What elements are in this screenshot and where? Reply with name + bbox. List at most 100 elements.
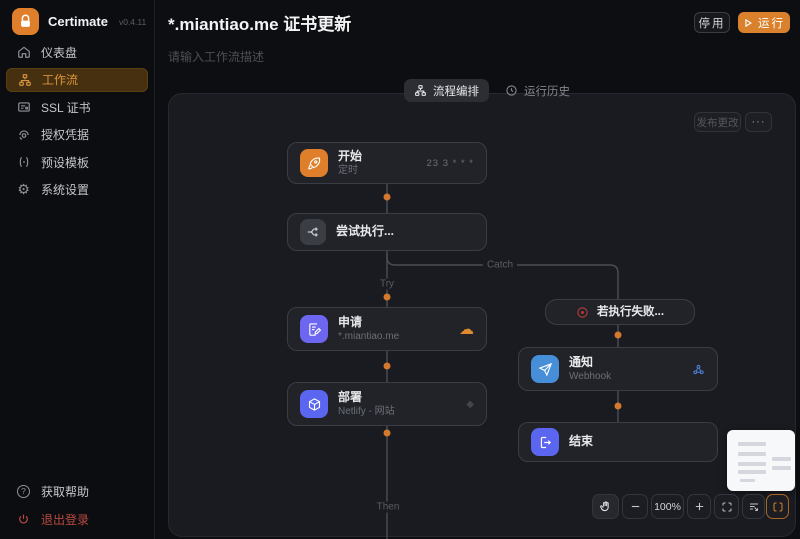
- sidebar-item-label: 退出登录: [41, 512, 90, 527]
- minimap-node-bar: [772, 457, 791, 461]
- sidebar-item-label: 授权凭据: [41, 128, 90, 142]
- braces-icon: [16, 155, 31, 170]
- sidebar-item-settings[interactable]: ⚙ 系统设置: [6, 178, 148, 202]
- cron-expression: 23 3 * * *: [426, 157, 474, 169]
- history-icon: [505, 84, 518, 97]
- fit-view-icon: [722, 502, 731, 511]
- app-window: Certimate v0.4.11 仪表盘 工作流 SSL 证书 授权凭据 预设…: [0, 0, 800, 539]
- app-version: v0.4.11: [118, 16, 147, 27]
- tab-process-design[interactable]: 流程编排: [404, 79, 489, 102]
- sitemap-icon: [414, 84, 427, 97]
- sidebar-footer: ? 获取帮助 退出登录: [6, 479, 148, 535]
- node-end[interactable]: 结束: [518, 422, 718, 462]
- more-options-button[interactable]: ···: [745, 112, 772, 132]
- fingerprint-icon: [16, 127, 31, 142]
- split-icon: [300, 219, 326, 245]
- sidebar-item-label: 获取帮助: [41, 484, 90, 499]
- sidebar-item-logout[interactable]: 退出登录: [6, 507, 148, 531]
- lock-icon: [12, 8, 39, 35]
- editor-tabs: 流程编排 运行历史: [404, 79, 580, 102]
- edge-label-catch: Catch: [482, 259, 518, 271]
- node-deploy[interactable]: 部署 Netlify - 网站 ◆: [287, 382, 487, 426]
- sidebar-item-label: 工作流: [42, 73, 79, 87]
- zoom-level-button[interactable]: 100%: [651, 494, 684, 519]
- power-icon: [16, 512, 31, 527]
- node-title: 尝试执行...: [336, 224, 395, 239]
- minimap-node-bar: [738, 442, 766, 446]
- zoom-level-value: 100%: [654, 500, 681, 513]
- sidebar-item-certificates[interactable]: SSL 证书: [6, 95, 148, 119]
- snap-lines-icon: [749, 503, 758, 511]
- node-notify[interactable]: 通知 Webhook: [518, 347, 718, 391]
- sidebar-item-label: 仪表盘: [41, 45, 78, 60]
- run-button-label: 运行: [758, 17, 785, 30]
- disable-button[interactable]: 停用: [694, 12, 730, 33]
- package-icon: [300, 390, 328, 418]
- sidebar-item-label: 预设模板: [41, 155, 90, 170]
- edge-label-then: Then: [372, 501, 404, 513]
- minimap-toggle-button[interactable]: [766, 494, 789, 519]
- sidebar-item-label: 系统设置: [41, 183, 90, 197]
- cloudflare-icon: ☁: [459, 319, 474, 338]
- sidebar: Certimate v0.4.11 仪表盘 工作流 SSL 证书 授权凭据 预设…: [0, 0, 155, 539]
- sidebar-item-credentials[interactable]: 授权凭据: [6, 123, 148, 147]
- exit-icon: [531, 428, 559, 456]
- play-icon: [745, 18, 752, 27]
- app-name: Certimate: [48, 14, 108, 29]
- sidebar-item-workflows[interactable]: 工作流: [6, 67, 148, 92]
- edge-label-try: Try: [375, 278, 399, 290]
- home-icon: [16, 45, 31, 60]
- tab-label: 流程编排: [433, 85, 479, 98]
- sidebar-item-templates[interactable]: 预设模板: [6, 150, 148, 174]
- node-title: 通知: [569, 354, 594, 369]
- webhook-icon: [693, 364, 704, 374]
- snap-lines-button[interactable]: [742, 494, 765, 519]
- page-title: *.miantiao.me 证书更新: [168, 15, 352, 34]
- node-on-failure[interactable]: 若执行失败...: [545, 299, 695, 325]
- tab-run-history[interactable]: 运行历史: [495, 79, 580, 102]
- target-icon: [577, 306, 588, 318]
- fit-view-button[interactable]: [714, 494, 739, 519]
- minimap-node-bar: [738, 462, 766, 466]
- node-subtitle: Netlify - 网站: [338, 406, 395, 418]
- minimap[interactable]: [727, 430, 795, 491]
- node-title: 开始: [338, 148, 363, 163]
- hand-icon: [600, 501, 609, 512]
- tab-label: 运行历史: [524, 85, 570, 98]
- node-title: 结束: [569, 434, 594, 449]
- plus-icon: [695, 502, 703, 511]
- node-subtitle: *.miantiao.me: [338, 331, 400, 343]
- certificate-icon: [16, 100, 31, 115]
- sidebar-item-dashboard[interactable]: 仪表盘: [6, 40, 148, 64]
- netlify-icon: ◆: [466, 398, 474, 410]
- sidebar-item-label: SSL 证书: [41, 100, 91, 115]
- zoom-in-button[interactable]: [687, 494, 711, 519]
- minimap-icon: [773, 502, 782, 511]
- minimap-node-bar: [738, 452, 766, 456]
- node-title: 若执行失败...: [596, 305, 665, 318]
- workflow-description-placeholder[interactable]: 请输入工作流描述: [168, 48, 264, 65]
- node-title: 部署: [338, 389, 363, 404]
- run-button[interactable]: 运行: [738, 12, 790, 33]
- node-subtitle: Webhook: [569, 371, 612, 383]
- node-try-catch[interactable]: 尝试执行...: [287, 213, 487, 251]
- minimap-node-bar: [740, 479, 755, 482]
- app-logo[interactable]: Certimate v0.4.11: [12, 8, 146, 35]
- publish-changes-button[interactable]: 发布更改: [694, 112, 741, 132]
- node-subtitle: 定时: [338, 165, 358, 177]
- minimap-node-bar: [772, 466, 791, 470]
- zoom-out-button[interactable]: [622, 494, 648, 519]
- certificate-request-icon: [300, 315, 328, 343]
- node-apply[interactable]: 申请 *.miantiao.me ☁: [287, 307, 487, 351]
- help-icon: ?: [16, 484, 31, 499]
- workflow-icon: [17, 72, 32, 87]
- gear-icon: ⚙: [17, 181, 30, 198]
- minus-icon: [631, 505, 639, 508]
- send-icon: [531, 355, 559, 383]
- node-start[interactable]: 开始 定时 23 3 * * *: [287, 142, 487, 184]
- sidebar-item-help[interactable]: ? 获取帮助: [6, 479, 148, 503]
- sidebar-nav: 仪表盘 工作流 SSL 证书 授权凭据 预设模板 ⚙ 系统设置: [6, 40, 148, 205]
- rocket-icon: [300, 149, 328, 177]
- node-title: 申请: [338, 314, 363, 329]
- pan-mode-button[interactable]: [592, 494, 619, 519]
